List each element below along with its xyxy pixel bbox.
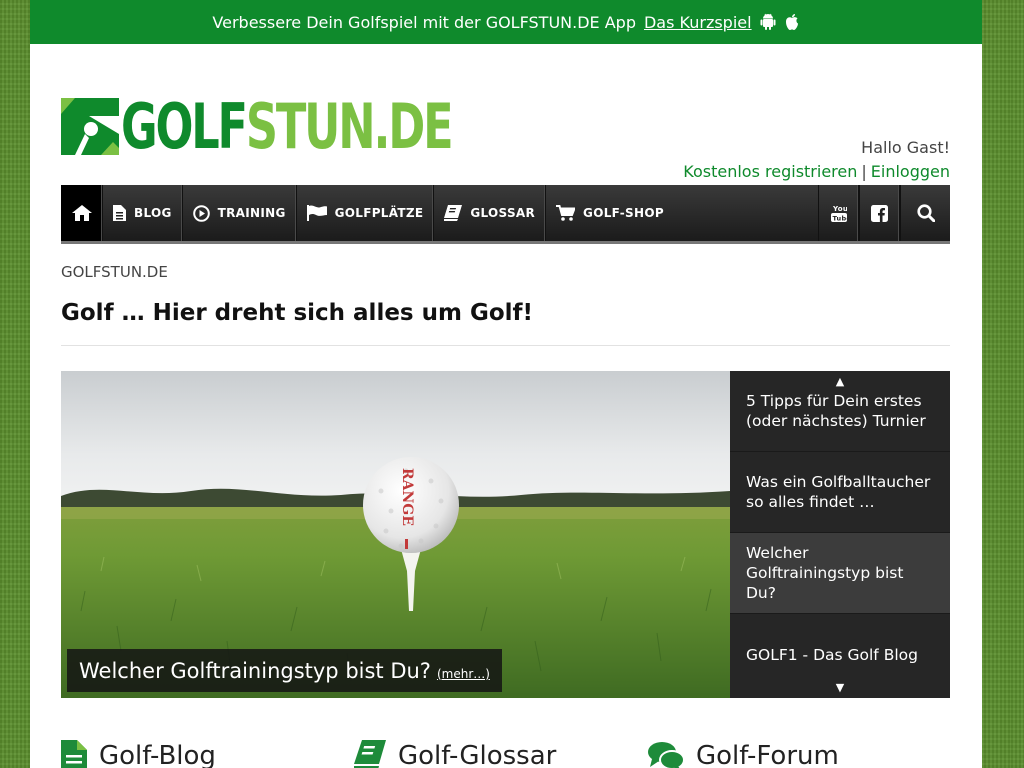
book-icon (354, 740, 386, 768)
nav-search[interactable] (900, 185, 950, 241)
section-golf-blog[interactable]: Golf-Blog (61, 740, 216, 768)
section-title: Golf-Glossar (398, 741, 557, 768)
breadcrumb[interactable]: GOLFSTUN.DE (61, 263, 168, 281)
nav-item-training[interactable]: TRAINING (183, 185, 297, 241)
nav-item-blog[interactable]: BLOG (103, 185, 183, 241)
nav-facebook[interactable] (859, 185, 900, 241)
nav-label: GOLFPLÄTZE (334, 206, 424, 220)
section-title: Golf-Forum (696, 741, 839, 768)
nav-label: GOLF-SHOP (583, 206, 664, 220)
svg-text:RANGE: RANGE (399, 468, 415, 526)
read-more-link[interactable]: (mehr…) (437, 667, 490, 681)
slide-list-item-active[interactable]: Welcher Golftrainingstyp bist Du? (730, 533, 950, 614)
nav-label: BLOG (134, 206, 172, 220)
book-icon (444, 205, 463, 221)
play-icon (192, 204, 210, 222)
site-header: GOLFSTUN.DE Hallo Gast! Kostenlos regist… (30, 44, 982, 185)
nav-home[interactable] (61, 185, 103, 241)
svg-text:You: You (832, 205, 847, 213)
login-link[interactable]: Einloggen (871, 162, 950, 181)
nav-youtube[interactable]: You Tube (818, 185, 859, 241)
slide-list-item[interactable]: 5 Tipps für Dein erstes (oder nächstes) … (730, 371, 950, 452)
youtube-icon: You Tube (830, 205, 847, 223)
user-box: Hallo Gast! Kostenlos registrieren | Einlo… (683, 136, 950, 184)
nav-label: TRAINING (217, 206, 286, 220)
document-icon (61, 740, 87, 768)
apple-icon[interactable] (784, 13, 800, 31)
site-logo[interactable]: GOLFSTUN.DE (61, 90, 580, 163)
section-golf-forum[interactable]: Golf-Forum (648, 740, 839, 768)
chat-bubbles-icon (648, 742, 684, 768)
android-icon[interactable] (760, 13, 776, 31)
promo-bar: Verbessere Dein Golfspiel mit der GOLFST… (30, 0, 982, 44)
page-title: Golf … Hier dreht sich alles um Golf! (61, 300, 534, 326)
svg-text:Tube: Tube (832, 215, 847, 223)
slide-caption: Welcher Golftrainingstyp bist Du? (mehr…… (67, 649, 502, 692)
flag-icon (306, 205, 327, 221)
slide-list: ▲ 5 Tipps für Dein erstes (oder nächstes… (730, 371, 950, 698)
section-golf-glossar[interactable]: Golf-Glossar (354, 740, 556, 768)
page: Verbessere Dein Golfspiel mit der GOLFST… (30, 0, 982, 768)
main-nav: BLOG TRAINING GOLFPLÄTZE GLOSSAR GOLF-SH… (61, 185, 950, 244)
logo-golfer-icon (61, 98, 119, 155)
nav-item-golfplaetze[interactable]: GOLFPLÄTZE (297, 185, 435, 241)
featured-slider: RANGE Welcher Golftrainingstyp bist Du? … (61, 371, 950, 698)
nav-item-golf-shop[interactable]: GOLF-SHOP (546, 185, 674, 241)
section-title: Golf-Blog (99, 741, 216, 768)
nav-item-glossar[interactable]: GLOSSAR (434, 185, 547, 241)
logo-text: GOLFSTUN.DE (121, 90, 454, 163)
promo-link[interactable]: Das Kurzspiel (644, 13, 752, 32)
link-separator: | (861, 162, 867, 181)
document-icon (113, 205, 126, 221)
divider (61, 345, 950, 346)
search-icon (916, 204, 935, 222)
facebook-icon (871, 204, 888, 222)
slide-image[interactable]: RANGE Welcher Golftrainingstyp bist Du? … (61, 371, 730, 698)
home-icon (71, 205, 92, 221)
slider-down-arrow[interactable]: ▼ (730, 681, 950, 694)
slide-list-item[interactable]: Was ein Golfballtaucher so alles findet … (730, 452, 950, 533)
promo-text: Verbessere Dein Golfspiel mit der GOLFST… (212, 12, 636, 32)
register-link[interactable]: Kostenlos registrieren (683, 162, 857, 181)
nav-label: GLOSSAR (470, 206, 536, 220)
cart-icon (556, 205, 576, 221)
greeting: Hallo Gast! (861, 138, 950, 157)
slide-caption-title: Welcher Golftrainingstyp bist Du? (79, 658, 431, 683)
